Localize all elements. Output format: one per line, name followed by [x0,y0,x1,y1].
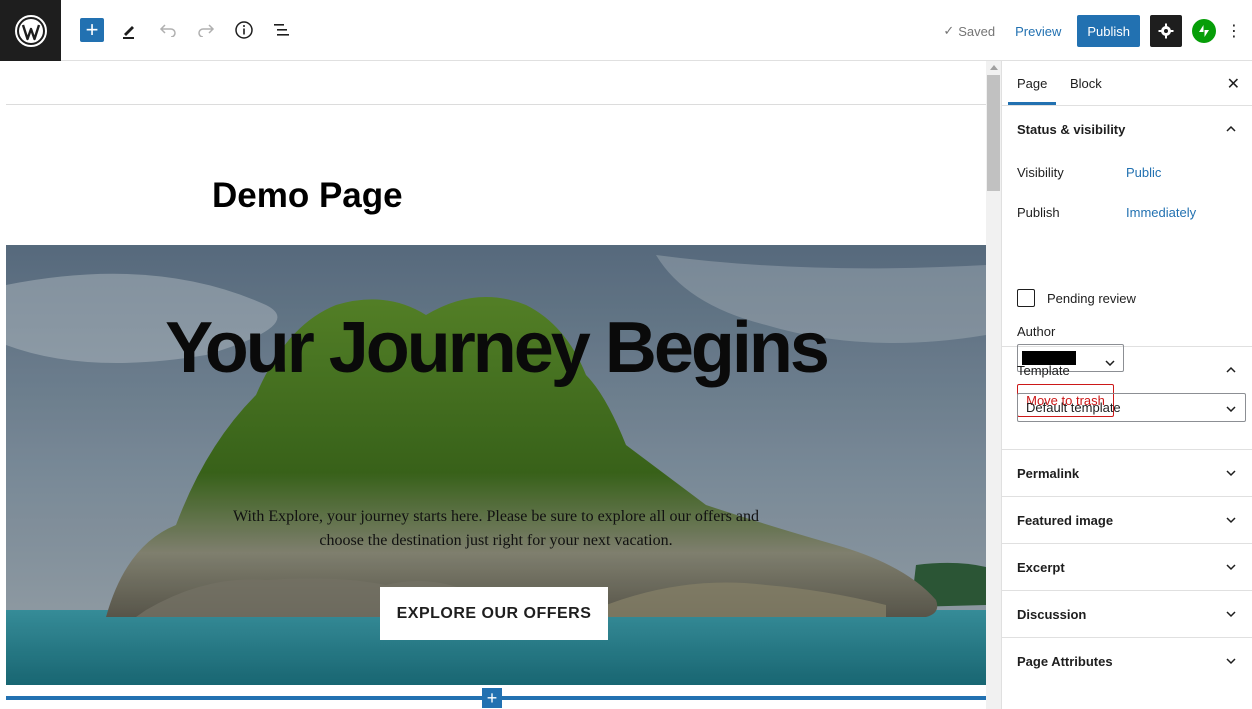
panel-title: Discussion [1017,606,1087,622]
gear-icon [1158,23,1174,39]
discussion-panel[interactable]: Discussion [1002,591,1252,638]
template-panel: Template Default template [1002,347,1252,450]
chevron-up-icon [1225,364,1237,376]
excerpt-panel[interactable]: Excerpt [1002,544,1252,591]
chevron-down-icon [1225,514,1237,526]
excerpt-toggle[interactable]: Excerpt [1002,544,1252,590]
insert-block-button[interactable]: + [482,688,502,708]
details-info-icon[interactable] [232,18,256,42]
panel-title: Page Attributes [1017,653,1113,669]
cover-paragraph[interactable]: With Explore, your journey starts here. … [221,505,771,553]
chevron-down-icon [1225,608,1237,620]
explore-offers-button[interactable]: EXPLORE OUR OFFERS [380,587,608,640]
editor-top-toolbar: + ✓ Saved Preview Publish ⋮ [0,0,1252,61]
cover-block[interactable]: Your Journey Begins With Explore, your j… [6,245,986,685]
editor-canvas: Demo Page Your Journey Begins With Explo… [0,61,986,709]
chevron-down-icon [1225,655,1237,667]
panel-title: Template [1017,362,1070,378]
chevron-down-icon [1225,467,1237,479]
settings-button[interactable] [1150,15,1182,47]
visibility-label: Visibility [1017,165,1064,180]
publish-button[interactable]: Publish [1077,15,1140,47]
discussion-toggle[interactable]: Discussion [1002,591,1252,637]
active-tab-indicator [1008,102,1056,105]
chevron-down-icon [1225,561,1237,573]
settings-sidebar: Page Block ✕ Status & visibility Visibil… [1001,61,1252,709]
panel-title: Excerpt [1017,559,1065,575]
tab-block[interactable]: Block [1070,76,1102,91]
saved-label: Saved [958,23,996,39]
close-icon[interactable]: ✕ [1227,74,1240,94]
panel-title: Permalink [1017,465,1080,481]
wordpress-logo-button[interactable] [0,0,61,61]
jetpack-button[interactable] [1192,19,1216,43]
template-toggle[interactable]: Template [1002,347,1252,393]
undo-icon[interactable] [156,18,180,42]
jetpack-icon [1199,25,1209,37]
pending-review-checkbox[interactable] [1017,289,1035,307]
canvas-scrollbar[interactable] [986,61,1001,709]
add-block-button[interactable]: + [80,18,104,42]
featured-image-toggle[interactable]: Featured image [1002,497,1252,543]
wordpress-icon [14,14,47,47]
canvas-divider [6,104,986,105]
page-attributes-toggle[interactable]: Page Attributes [1002,638,1252,684]
author-label: Author [1017,324,1056,339]
chevron-down-icon [1225,403,1237,415]
scroll-up-arrow-icon[interactable] [990,65,998,70]
sidebar-tabs: Page Block ✕ [1002,61,1252,106]
pending-review-label[interactable]: Pending review [1047,291,1136,306]
page-attributes-panel[interactable]: Page Attributes [1002,638,1252,684]
cover-heading[interactable]: Your Journey Begins [6,305,986,391]
permalink-panel[interactable]: Permalink [1002,450,1252,497]
panel-title: Featured image [1017,512,1114,528]
preview-button[interactable]: Preview [1009,24,1067,39]
publish-label: Publish [1017,205,1060,220]
page-title[interactable]: Demo Page [212,176,403,216]
permalink-toggle[interactable]: Permalink [1002,450,1252,496]
featured-image-panel[interactable]: Featured image [1002,497,1252,544]
checkmark-icon: ✓ [943,23,955,38]
status-visibility-panel: Status & visibility Visibility Public Pu… [1002,106,1252,417]
template-select[interactable]: Default template [1017,393,1246,422]
publish-date-button[interactable]: Immediately [1126,205,1196,220]
list-view-icon[interactable] [270,18,294,42]
template-selected-value: Default template [1026,400,1121,415]
options-menu-icon[interactable]: ⋮ [1226,19,1242,43]
redo-icon[interactable] [194,18,218,42]
visibility-value-button[interactable]: Public [1126,165,1161,180]
edit-tools-icon[interactable] [118,18,142,42]
tab-page[interactable]: Page [1017,76,1047,91]
scrollbar-thumb[interactable] [987,75,1000,191]
saved-status: ✓ Saved [943,23,995,39]
